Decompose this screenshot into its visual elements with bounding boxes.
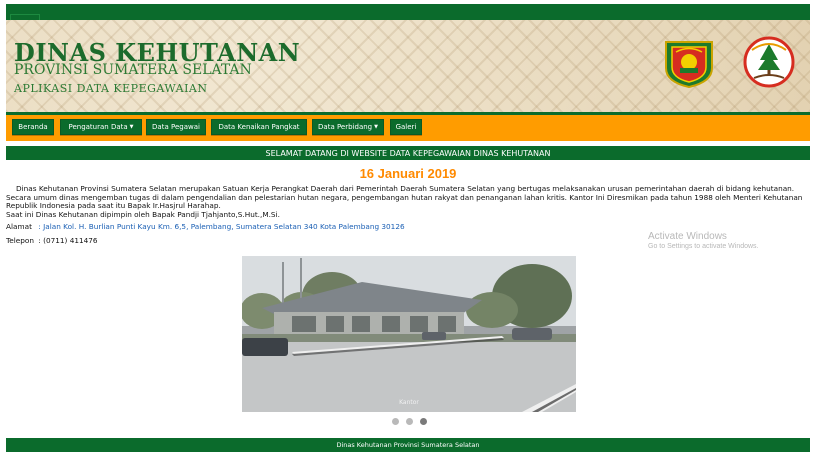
address-row: Alamat : Jalan Kol. H. Burlian Punti Kay…	[6, 222, 405, 231]
current-date: 16 Januari 2019	[359, 166, 457, 181]
site-subtitle: PROVINSI SUMATERA SELATAN	[14, 62, 252, 78]
nav-item-label: Pengaturan Data	[68, 123, 128, 131]
nav-item-label: Galeri	[395, 123, 417, 131]
office-building-photo	[242, 256, 576, 412]
nav-item-label: Data Perbidang	[318, 123, 373, 131]
phone-label: Telepon	[6, 236, 34, 245]
welcome-banner: SELAMAT DATANG DI WEBSITE DATA KEPEGAWAI…	[6, 146, 810, 160]
slider-dot[interactable]	[406, 418, 413, 425]
slider-dot[interactable]	[392, 418, 399, 425]
app-name: APLIKASI DATA KEPEGAWAIAN	[14, 82, 208, 95]
nav-item-data-kenaikan-pangkat[interactable]: Data Kenaikan Pangkat	[211, 119, 307, 135]
province-emblem-logo	[665, 41, 713, 88]
nav-item-label: Data Kenaikan Pangkat	[218, 123, 300, 131]
slider-pagination	[392, 418, 427, 425]
address-value: : Jalan Kol. H. Burlian Punti Kayu Km. 6…	[38, 222, 405, 231]
description-paragraph: Dinas Kehutanan Provinsi Sumatera Selata…	[6, 184, 803, 211]
header-banner: DINAS KEHUTANAN PROVINSI SUMATERA SELATA…	[6, 20, 810, 112]
main-navigation: Beranda Pengaturan Data ▼ Data Pegawai D…	[6, 112, 810, 141]
photo-caption: Kantor	[399, 399, 419, 406]
nav-item-label: Data Pegawai	[152, 123, 200, 131]
slider-dot-active[interactable]	[420, 418, 427, 425]
office-photo-slider[interactable]: Kantor	[242, 256, 576, 412]
activate-windows-watermark: Activate Windows Go to Settings to activ…	[648, 231, 759, 250]
phone-value: : (0711) 411476	[38, 236, 98, 245]
chevron-down-icon: ▼	[129, 124, 134, 130]
nav-item-label: Beranda	[18, 123, 48, 131]
nav-item-pengaturan-data[interactable]: Pengaturan Data ▼	[60, 119, 142, 135]
page-footer: Dinas Kehutanan Provinsi Sumatera Selata…	[6, 438, 810, 452]
nav-item-galeri[interactable]: Galeri	[390, 119, 422, 135]
watermark-title: Activate Windows	[648, 231, 727, 242]
nav-item-data-perbidang[interactable]: Data Perbidang ▼	[312, 119, 384, 135]
agency-description: Dinas Kehutanan Provinsi Sumatera Selata…	[6, 184, 810, 219]
forestry-department-logo	[743, 36, 795, 88]
phone-row: Telepon : (0711) 411476	[6, 236, 98, 245]
watermark-subtitle: Go to Settings to activate Windows.	[648, 243, 759, 250]
nav-item-beranda[interactable]: Beranda	[12, 119, 54, 135]
chevron-down-icon: ▼	[374, 124, 378, 130]
address-label: Alamat	[6, 222, 32, 231]
top-bar	[6, 4, 810, 20]
agency-head-line: Saat ini Dinas Kehutanan dipimpin oleh B…	[6, 209, 280, 219]
nav-item-data-pegawai[interactable]: Data Pegawai	[146, 119, 206, 135]
